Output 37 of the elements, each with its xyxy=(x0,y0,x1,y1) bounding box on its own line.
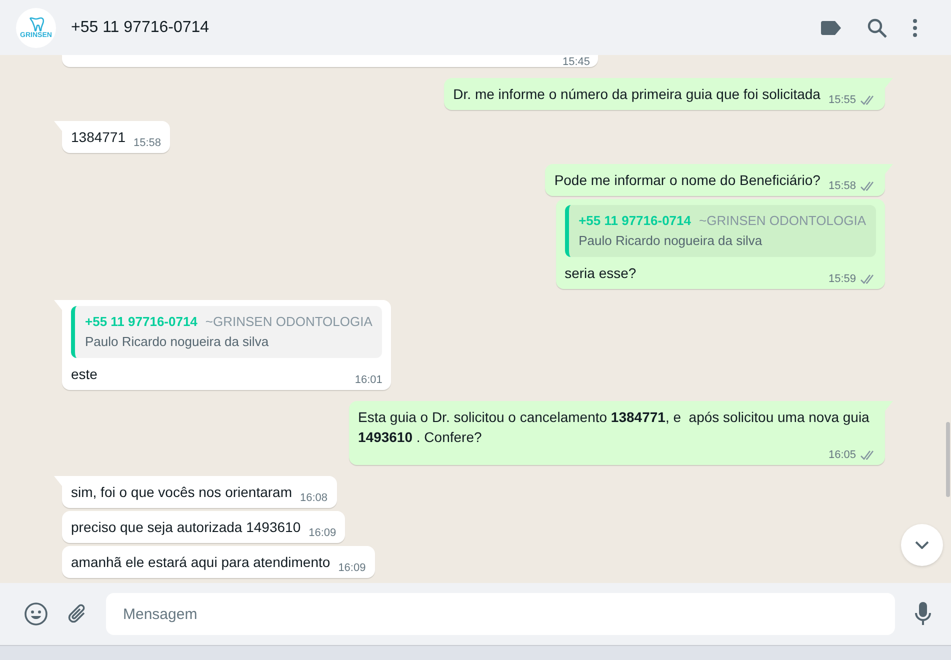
smiley-icon[interactable] xyxy=(24,602,48,626)
message-text: este xyxy=(71,365,98,384)
contact-name[interactable]: +55 11 97716-0714 xyxy=(71,16,210,40)
quote-text: Paulo Ricardo nogueira da silva xyxy=(85,333,270,351)
scrollbar-thumb[interactable] xyxy=(946,422,950,497)
message-time: 15:58 xyxy=(134,136,162,151)
message-time: 15:45 xyxy=(562,57,590,68)
message-time: 16:01 xyxy=(354,373,382,388)
message-time: 16:09 xyxy=(338,561,366,576)
quote-sender-name: ~GRINSEN ODONTOLOGIA xyxy=(205,313,372,331)
message-text: amanhã ele estará aqui para atendimento xyxy=(71,553,330,572)
message-text: Pode me informar o nome do Beneficiário? xyxy=(554,171,820,190)
message-time: 15:59 xyxy=(828,272,856,287)
message-text: sim, foi o que vocês nos orientaram xyxy=(71,483,292,502)
label-icon[interactable] xyxy=(821,20,841,34)
message-text: seria esse? xyxy=(564,264,636,283)
message-time: 16:09 xyxy=(308,526,336,541)
message-time: 15:55 xyxy=(828,93,856,108)
search-icon[interactable] xyxy=(867,18,887,38)
quote-sender: +55 11 97716-0714 xyxy=(578,212,691,230)
microphone-icon[interactable] xyxy=(915,602,931,626)
quote-sender-name: ~GRINSEN ODONTOLOGIA xyxy=(699,212,866,230)
quote-sender: +55 11 97716-0714 xyxy=(85,313,198,331)
message-text: 1384771 xyxy=(71,128,126,147)
message-text: Esta guia o Dr. solicitou o cancelamento 1384771, e após solicitou uma nova guia 1493610 . Confere? xyxy=(358,408,870,447)
quoted-message[interactable]: +55 11 97716-0714 ~GRINSEN ODONTOLOGIA Paulo Ricardo nogueira da silva xyxy=(564,205,876,257)
quote-text: Paulo Ricardo nogueira da silva xyxy=(578,232,764,250)
message-text: Dr. me informe o número da primeira guia que foi solicitada xyxy=(453,85,820,104)
menu-icon[interactable] xyxy=(913,18,917,36)
message-time: 16:05 xyxy=(828,448,856,463)
chevron-down-icon xyxy=(915,541,929,549)
message-input[interactable]: Mensagem xyxy=(106,593,895,635)
quoted-message[interactable]: +55 11 97716-0714 ~GRINSEN ODONTOLOGIA Paulo Ricardo nogueira da silva xyxy=(71,306,382,358)
message-text: preciso que seja autorizada 1493610 xyxy=(71,518,301,537)
message-time: 16:08 xyxy=(300,491,328,506)
message-time: 15:58 xyxy=(828,179,856,194)
tooth-icon xyxy=(28,16,44,32)
